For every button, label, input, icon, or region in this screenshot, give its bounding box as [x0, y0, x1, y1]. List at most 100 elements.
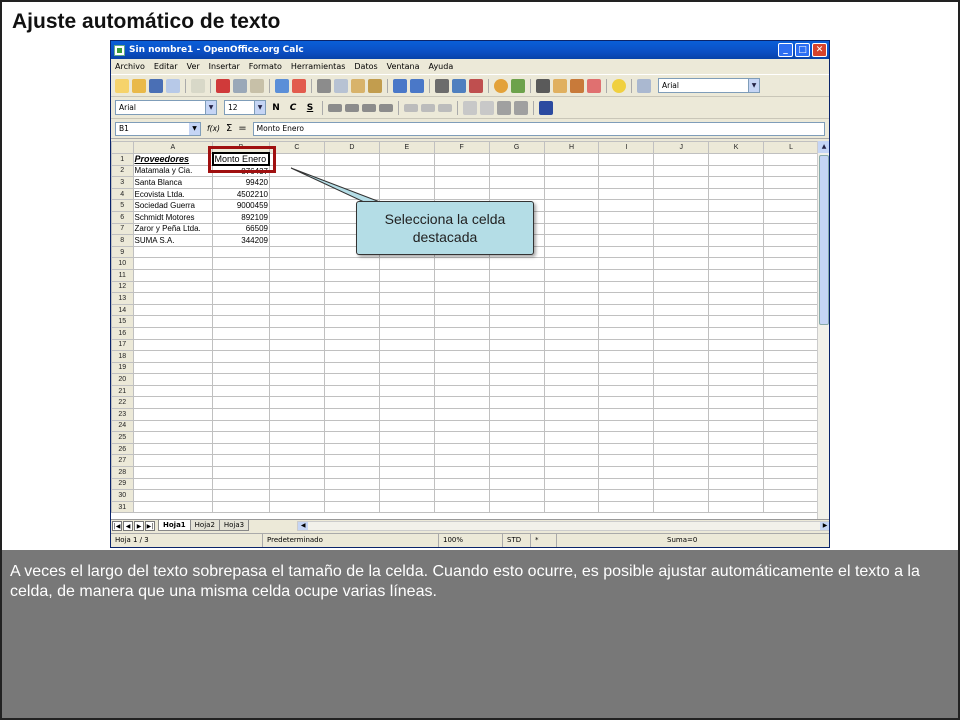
- cell[interactable]: [708, 292, 765, 305]
- cell[interactable]: [653, 361, 710, 375]
- paste-icon[interactable]: [351, 78, 365, 93]
- cell[interactable]: [268, 303, 325, 317]
- cell[interactable]: [598, 408, 655, 421]
- cell[interactable]: [378, 350, 435, 363]
- cell-a17[interactable]: [132, 338, 214, 352]
- cell[interactable]: [653, 303, 710, 317]
- cell[interactable]: [763, 466, 819, 479]
- new-document-icon[interactable]: [115, 78, 129, 93]
- cell[interactable]: [268, 384, 325, 398]
- cell-b17[interactable]: [212, 338, 270, 352]
- cell[interactable]: [598, 500, 655, 514]
- cell[interactable]: [708, 408, 765, 421]
- highlight-icon[interactable]: [514, 100, 528, 115]
- function-wizard-button[interactable]: f(x): [207, 124, 220, 133]
- cell-b26[interactable]: [212, 442, 270, 456]
- cell[interactable]: [543, 222, 600, 236]
- cell-a26[interactable]: [132, 442, 214, 456]
- cell[interactable]: [653, 442, 710, 456]
- row-header[interactable]: 9: [111, 245, 134, 259]
- close-button[interactable]: ✕: [812, 43, 827, 57]
- cell-a1[interactable]: Proveedores: [132, 152, 214, 166]
- cell[interactable]: [543, 199, 600, 212]
- cell[interactable]: [433, 280, 490, 294]
- cell[interactable]: [323, 303, 380, 317]
- cell[interactable]: [268, 164, 325, 178]
- cell[interactable]: [543, 396, 600, 410]
- cell[interactable]: [543, 268, 600, 282]
- cell[interactable]: [323, 442, 380, 456]
- cell-b29[interactable]: [212, 477, 270, 491]
- cell[interactable]: [598, 187, 655, 201]
- cell[interactable]: [543, 210, 600, 224]
- cell[interactable]: [653, 396, 710, 410]
- cell[interactable]: [433, 257, 490, 270]
- cell[interactable]: [323, 408, 380, 421]
- scroll-up-icon[interactable]: ▲: [818, 141, 829, 153]
- maximize-button[interactable]: □: [795, 43, 810, 57]
- cell[interactable]: [653, 164, 710, 178]
- cell[interactable]: [378, 361, 435, 375]
- cell[interactable]: [653, 338, 710, 352]
- row-header[interactable]: 21: [111, 384, 134, 398]
- cell[interactable]: [653, 408, 710, 421]
- cell[interactable]: [268, 408, 325, 421]
- datasources-icon[interactable]: [587, 78, 601, 93]
- help-icon[interactable]: [612, 78, 626, 93]
- cell[interactable]: [488, 315, 545, 328]
- row-header[interactable]: 10: [111, 257, 134, 270]
- align-left-icon[interactable]: [328, 103, 342, 112]
- select-all-corner[interactable]: [111, 141, 134, 154]
- menu-formato[interactable]: Formato: [249, 62, 282, 71]
- cell-a14[interactable]: [132, 303, 214, 317]
- menu-ver[interactable]: Ver: [187, 62, 200, 71]
- row-header[interactable]: 6: [111, 210, 134, 224]
- cell[interactable]: [488, 164, 545, 178]
- cell[interactable]: [708, 500, 765, 514]
- cell[interactable]: [488, 396, 545, 410]
- cell[interactable]: [708, 477, 765, 491]
- cell[interactable]: [378, 280, 435, 294]
- next-sheet-icon[interactable]: ▶: [134, 520, 144, 531]
- cell-b30[interactable]: [212, 489, 270, 502]
- cell[interactable]: [598, 396, 655, 410]
- column-header-e[interactable]: E: [378, 141, 435, 154]
- cell[interactable]: [488, 442, 545, 456]
- cell-a10[interactable]: [132, 257, 214, 270]
- cell-a6[interactable]: Schmidt Motores: [132, 210, 214, 224]
- styles-icon[interactable]: [637, 78, 651, 93]
- cell[interactable]: [323, 419, 380, 433]
- column-header-g[interactable]: G: [488, 141, 545, 154]
- cell[interactable]: [653, 454, 710, 468]
- cell[interactable]: [433, 350, 490, 363]
- cell[interactable]: [378, 396, 435, 410]
- cell[interactable]: [543, 303, 600, 317]
- cell-a22[interactable]: [132, 396, 214, 410]
- cell[interactable]: [598, 442, 655, 456]
- cell[interactable]: [598, 268, 655, 282]
- cell[interactable]: [488, 477, 545, 491]
- cell[interactable]: [433, 384, 490, 398]
- cell[interactable]: [323, 268, 380, 282]
- row-header[interactable]: 15: [111, 315, 134, 328]
- row-header[interactable]: 19: [111, 361, 134, 375]
- cell[interactable]: [763, 164, 819, 178]
- cell[interactable]: [598, 210, 655, 224]
- cell[interactable]: [598, 152, 655, 166]
- cell[interactable]: [488, 280, 545, 294]
- wrap-text-icon[interactable]: [421, 103, 435, 112]
- cell[interactable]: [653, 477, 710, 491]
- cell[interactable]: [653, 199, 710, 212]
- function-button[interactable]: =: [238, 123, 246, 134]
- cell[interactable]: [763, 152, 819, 166]
- cell-a13[interactable]: [132, 292, 214, 305]
- cell[interactable]: [268, 489, 325, 502]
- cell[interactable]: [433, 431, 490, 444]
- last-sheet-icon[interactable]: ▶|: [145, 520, 155, 531]
- cell[interactable]: [268, 361, 325, 375]
- text-color-icon[interactable]: [539, 100, 553, 115]
- cell[interactable]: [763, 477, 819, 491]
- cell-b16[interactable]: [212, 326, 270, 340]
- cell[interactable]: [323, 176, 380, 189]
- cell-a15[interactable]: [132, 315, 214, 328]
